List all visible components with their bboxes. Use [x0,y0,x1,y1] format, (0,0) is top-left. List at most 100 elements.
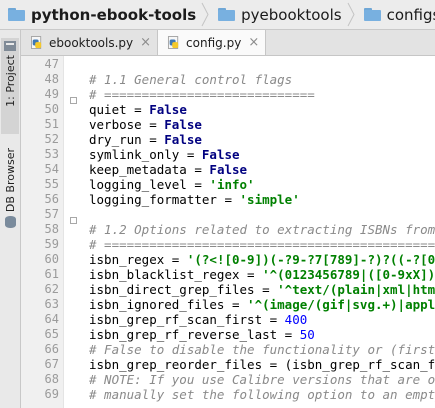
code-token: # 1.1 General control flags [89,72,293,87]
line-number: 65 [44,327,59,341]
code-token: False [209,162,248,177]
line-number: 69 [44,387,59,401]
code-line: dry_run = False [89,132,202,147]
line-number: 66 [44,342,59,356]
code-token: 400 [284,312,308,327]
code-token: 50 [299,327,315,342]
line-number: 49 [44,87,59,101]
breadcrumb-item[interactable]: pyebooktools [210,0,345,29]
code-line: # ============================ [89,87,315,102]
code-token: dry_run = [89,132,165,147]
code-token: False [164,132,202,147]
code-token: isbn_regex = [89,252,187,267]
fold-gutter [63,56,82,408]
code-editor[interactable]: # 1.1 General control flags # ===========… [81,56,435,408]
code-line: isbn_grep_reorder_files = (isbn_grep_rf_… [89,357,435,372]
code-line: symlink_only = False [89,147,240,162]
line-number: 53 [44,147,59,161]
code-line: quiet = False [89,102,187,117]
code-line: isbn_grep_rf_reverse_last = 50 [89,327,315,342]
folder-icon [8,8,25,21]
code-line: # 1.1 General control flags [89,72,292,87]
code-token: logging_level = [89,177,210,192]
chevron-right-icon [346,0,356,29]
fold-toggle-icon[interactable] [70,217,77,224]
code-token: # ======================================… [89,237,435,252]
line-number: 63 [44,297,59,311]
line-number: 58 [44,222,59,236]
line-number: 59 [44,237,59,251]
code-line: isbn_regex = '(?<![0-9])(-?9-?7[789]-?)?… [89,252,435,267]
breadcrumb-label: configs [386,5,435,24]
code-token: # manually set the following option to a… [89,387,435,402]
folder-icon [218,8,236,21]
fold-toggle-icon[interactable] [70,97,77,104]
line-number: 62 [44,282,59,296]
project-tool-tab-label: 1: Project [3,55,17,107]
code-token: isbn_grep_reorder_files = (isbn_grep_rf_… [89,357,435,372]
code-token: '^text/(plain|xml|html)$' [277,282,435,297]
code-line: logging_level = 'info' [89,177,255,192]
code-token: False [164,117,202,132]
code-token: verbose = [89,117,165,132]
close-icon[interactable]: × [140,35,151,50]
code-token: isbn_ignored_files = [89,297,248,312]
code-token: '^(image/(gif|svg.+)|applicat [247,297,435,312]
line-number: 60 [44,252,59,266]
editor-tab[interactable]: ebooktools.py × [21,30,159,55]
code-line: # 1.2 Options related to extracting ISBN… [89,222,435,237]
code-token: logging_formatter = [89,192,240,207]
line-number: 61 [44,267,59,281]
code-line: verbose = False [89,117,202,132]
line-number: 51 [44,117,59,131]
close-icon[interactable]: × [248,35,259,50]
code-token: keep_metadata = [89,162,210,177]
breadcrumb-label: python-ebook-tools [31,5,197,24]
code-token: quiet = [89,102,150,117]
line-number: 67 [44,357,59,371]
code-token: '^(0123456789|([0-9xX]) [262,267,435,282]
code-token: # ============================ [89,87,315,102]
line-number: 50 [44,102,59,116]
project-icon [4,41,16,51]
editor-tab-label: config.py [186,35,242,50]
code-token: # False to disable the functionality or … [89,342,435,357]
code-token: # 1.2 Options related to extracting ISBN… [89,222,435,237]
line-number-gutter: 47 48 49 50 51 52 53 54 55 56 57 58 59 60 61 62 63 64 65 66… [21,56,63,408]
line-number: 48 [44,72,59,86]
code-token: 'info' [209,177,255,192]
code-line: # manually set the following option to a… [89,387,435,402]
code-token: 'simple' [239,192,300,207]
project-tool-tab[interactable]: 1: Project [1,38,19,134]
code-token: False [149,102,187,117]
code-token: isbn_blacklist_regex = [89,267,263,282]
code-token: isbn_direct_grep_files = [89,282,278,297]
code-token: isbn_grep_rf_reverse_last = [89,327,300,342]
code-token: # NOTE: If you use Calibre versions that… [89,372,435,387]
code-line: isbn_ignored_files = '^(image/(gif|svg.+… [89,297,435,312]
breadcrumb-item[interactable]: configs [356,0,435,29]
breadcrumb-label: pyebooktools [241,5,342,24]
line-number: 54 [44,162,59,176]
breadcrumb-item[interactable]: python-ebook-tools [0,0,200,29]
db-browser-tool-tab-label: DB Browser [3,148,17,213]
code-line: isbn_direct_grep_files = '^text/(plain|x… [89,282,435,297]
code-line: isbn_grep_rf_scan_first = 400 [89,312,307,327]
chevron-right-icon [200,0,210,29]
editor-tab[interactable]: config.py × [158,30,267,55]
code-line: # False to disable the functionality or … [89,342,435,357]
code-line: # NOTE: If you use Calibre versions that… [89,372,435,387]
line-number: 55 [44,177,59,191]
code-line: logging_formatter = 'simple' [89,192,300,207]
database-icon [4,216,16,229]
editor-tab-label: ebooktools.py [49,35,134,50]
code-token: isbn_grep_rf_scan_first = [89,312,285,327]
db-browser-tool-tab[interactable]: DB Browser [1,148,19,244]
python-file-icon [30,36,43,49]
code-line: # ======================================… [89,237,435,252]
tool-window-strip: 1: Project DB Browser [0,30,21,408]
code-token: False [201,147,240,162]
line-number: 64 [44,312,59,326]
code-token: symlink_only = [89,147,202,162]
line-number: 56 [44,192,59,206]
